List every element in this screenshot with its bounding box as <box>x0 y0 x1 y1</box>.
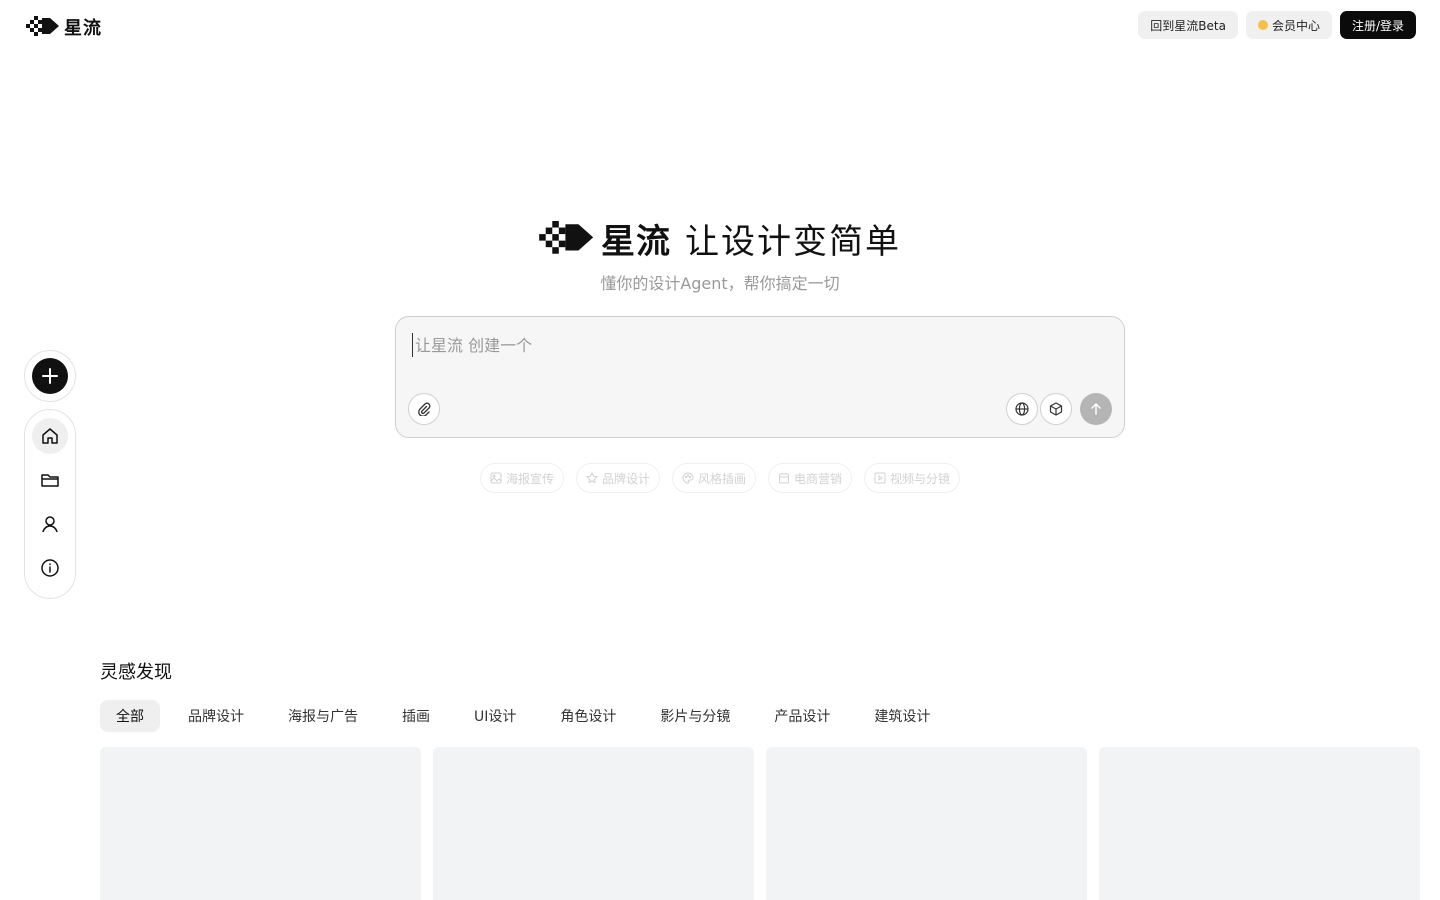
model-button[interactable] <box>1040 393 1072 425</box>
top-bar: 星流 回到星流Beta 会员中心 注册/登录 <box>0 0 1440 50</box>
chip-label: 海报宣传 <box>505 471 554 486</box>
shop-icon <box>779 473 789 484</box>
brand-name: 星流 <box>64 18 102 39</box>
tab-architecture[interactable]: 建筑设计 <box>858 700 946 732</box>
side-nav <box>24 409 76 599</box>
logo-mark-icon <box>26 16 59 36</box>
chip-video[interactable]: 视频与分镜 <box>864 463 961 493</box>
chip-label: 风格插画 <box>697 471 746 486</box>
video-icon <box>874 472 886 484</box>
tab-all[interactable]: 全部 <box>100 700 160 732</box>
web-search-button[interactable] <box>1006 393 1038 425</box>
palette-icon <box>682 472 694 484</box>
image-icon <box>490 472 502 484</box>
chip-poster[interactable]: 海报宣传 <box>479 463 564 493</box>
back-to-beta-button[interactable]: 回到星流Beta <box>1138 11 1238 39</box>
category-tabs: 全部 品牌设计 海报与广告 插画 UI设计 角色设计 影片与分镜 产品设计 建筑… <box>100 700 958 732</box>
paperclip-icon <box>418 402 431 416</box>
star-icon <box>586 472 598 483</box>
cube-icon <box>1049 402 1063 416</box>
login-button[interactable]: 注册/登录 <box>1339 11 1416 39</box>
user-icon <box>42 516 58 533</box>
new-project-button[interactable] <box>24 350 76 402</box>
chip-label: 视频与分镜 <box>890 471 951 486</box>
nav-info[interactable] <box>32 550 68 586</box>
chip-ecommerce[interactable]: 电商营销 <box>768 463 853 493</box>
hero-heading: 星流 让设计变简单 <box>0 214 1440 263</box>
chip-label: 电商营销 <box>794 471 843 486</box>
inspiration-card[interactable] <box>433 747 754 900</box>
nav-home[interactable] <box>32 418 68 454</box>
tab-film[interactable]: 影片与分镜 <box>644 700 746 732</box>
hero-logo: 星流 <box>539 214 671 263</box>
attach-button[interactable] <box>408 393 440 425</box>
globe-icon <box>1015 402 1029 416</box>
brand-logo[interactable]: 星流 <box>26 14 102 40</box>
inspiration-card[interactable] <box>766 747 1087 900</box>
arrow-up-icon <box>1091 403 1101 415</box>
logo-mark-icon <box>539 220 594 254</box>
info-icon <box>41 559 59 577</box>
top-actions: 回到星流Beta 会员中心 注册/登录 <box>1138 11 1416 39</box>
tab-product[interactable]: 产品设计 <box>758 700 846 732</box>
vip-icon <box>1257 20 1268 30</box>
member-center-label: 会员中心 <box>1271 18 1320 33</box>
prompt-input[interactable] <box>412 333 1102 357</box>
hero-slogan: 让设计变简单 <box>685 222 901 262</box>
nav-profile[interactable] <box>32 506 68 542</box>
plus-icon <box>32 358 68 394</box>
chip-label: 品牌设计 <box>601 471 650 486</box>
tab-character[interactable]: 角色设计 <box>544 700 632 732</box>
chip-brand[interactable]: 品牌设计 <box>575 463 660 493</box>
prompt-box <box>395 316 1125 438</box>
suggestion-chips: 海报宣传 品牌设计 风格插画 电商营销 视频与分镜 <box>0 463 1440 493</box>
inspiration-card[interactable] <box>100 747 421 900</box>
tab-brand[interactable]: 品牌设计 <box>172 700 260 732</box>
home-icon <box>42 428 58 444</box>
discover-title: 灵感发现 <box>100 662 172 683</box>
hero-subtitle: 懂你的设计Agent，帮你搞定一切 <box>600 274 840 293</box>
chip-illustration[interactable]: 风格插画 <box>671 463 756 493</box>
tab-ui[interactable]: UI设计 <box>458 700 532 732</box>
tab-poster[interactable]: 海报与广告 <box>272 700 374 732</box>
hero-brand-name: 星流 <box>601 222 671 262</box>
inspiration-card[interactable] <box>1099 747 1420 900</box>
inspiration-cards <box>100 747 1420 900</box>
send-button[interactable] <box>1080 393 1112 425</box>
tab-illustration[interactable]: 插画 <box>386 700 446 732</box>
member-center-button[interactable]: 会员中心 <box>1245 11 1332 39</box>
